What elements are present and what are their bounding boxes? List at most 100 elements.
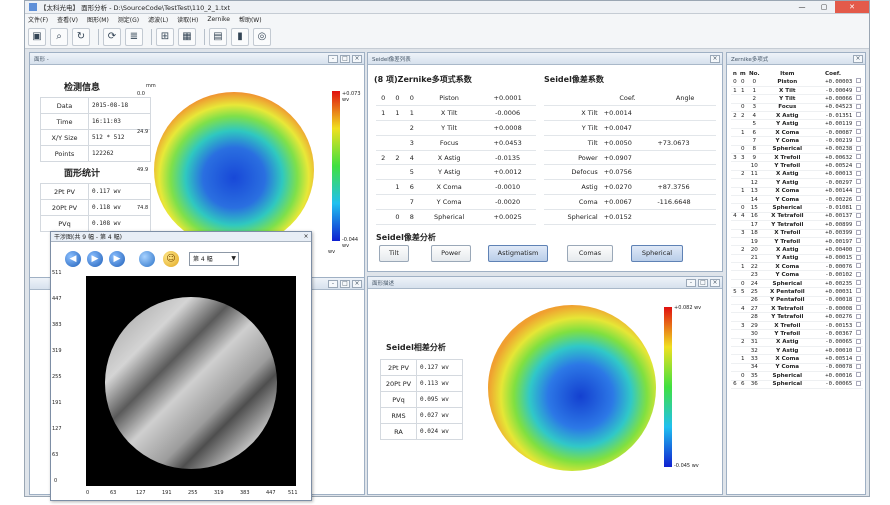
row-checkbox[interactable] — [853, 145, 863, 155]
menu-file[interactable]: 文件(F) — [28, 15, 48, 24]
cell — [731, 245, 739, 255]
cell: 29 — [746, 321, 762, 331]
row-checkbox[interactable] — [853, 296, 863, 306]
spherical-button[interactable]: Spherical — [631, 245, 683, 262]
panel-close-button[interactable]: × — [352, 54, 362, 63]
panel-close-button[interactable]: × — [710, 278, 720, 287]
table-row: 20Pt PV 0.118 wv — [40, 199, 151, 216]
close-button[interactable]: ✕ — [835, 1, 869, 13]
row-checkbox[interactable] — [853, 354, 863, 364]
panel-min-button[interactable]: - — [686, 278, 696, 287]
table-row: RA 0.024 wv — [380, 423, 463, 440]
row-checkbox[interactable] — [853, 86, 863, 96]
row-checkbox[interactable] — [853, 363, 863, 373]
table-row: 23 Y Coma -0.00102 — [731, 270, 863, 280]
cell — [731, 229, 739, 238]
close-icon[interactable]: × — [301, 233, 311, 240]
tilt-button[interactable]: Tilt — [379, 245, 409, 262]
rotate-icon[interactable]: ⟳ — [103, 27, 121, 46]
menu-help[interactable]: 帮助(W) — [239, 15, 262, 24]
row-checkbox[interactable] — [853, 128, 863, 138]
panel-min-button[interactable]: - — [328, 279, 338, 288]
row-checkbox[interactable] — [853, 270, 863, 280]
minimize-button[interactable]: — — [791, 1, 813, 13]
cell: 31 — [746, 338, 762, 348]
back-icon[interactable]: ◀ — [65, 251, 81, 267]
refresh-icon[interactable]: ↻ — [72, 27, 90, 46]
row-checkbox[interactable] — [853, 187, 863, 196]
maximize-button[interactable]: ▢ — [813, 1, 835, 13]
cell — [731, 296, 739, 306]
row-checkbox[interactable] — [853, 346, 863, 356]
panel-close-button[interactable]: × — [352, 279, 362, 288]
cell — [731, 103, 739, 113]
row-checkbox[interactable] — [853, 380, 863, 389]
row-checkbox[interactable] — [853, 262, 863, 272]
row-checkbox[interactable] — [853, 229, 863, 238]
forward-icon[interactable]: ▶ — [87, 251, 103, 267]
panel-max-button[interactable]: □ — [698, 278, 708, 287]
panel-max-button[interactable]: □ — [340, 279, 350, 288]
globe-icon[interactable] — [139, 251, 155, 267]
menu-zernike[interactable]: Zernike — [207, 16, 230, 23]
panel-close-button[interactable]: × — [710, 54, 720, 63]
table-row: 32 Y Astig +0.00010 — [731, 346, 863, 356]
zoom-icon[interactable]: ⌕ — [50, 27, 68, 46]
row-checkbox[interactable] — [853, 203, 863, 213]
row-checkbox[interactable] — [853, 178, 863, 188]
row-checkbox[interactable] — [853, 111, 863, 121]
row-checkbox[interactable] — [853, 170, 863, 180]
smiley-icon[interactable]: ☺ — [163, 251, 179, 267]
cell: X Tetrafoil — [761, 212, 813, 222]
row-checkbox[interactable] — [853, 195, 863, 205]
menu-read[interactable]: 读取(H) — [177, 15, 198, 24]
row-checkbox[interactable] — [853, 161, 863, 171]
frame-select[interactable]: 第 4 幅 ▼ — [189, 252, 239, 266]
cell: +0.00400 — [812, 245, 854, 255]
panel-max-button[interactable]: □ — [340, 54, 350, 63]
cell: 4 — [746, 111, 762, 121]
panel-min-button[interactable]: - — [328, 54, 338, 63]
row-checkbox[interactable] — [853, 329, 863, 339]
row-checkbox[interactable] — [853, 321, 863, 331]
comas-button[interactable]: Comas — [567, 245, 613, 262]
row-checkbox[interactable] — [853, 119, 863, 129]
row-checkbox[interactable] — [853, 153, 863, 163]
row-checkbox[interactable] — [853, 312, 863, 322]
cell — [731, 178, 739, 188]
row-checkbox[interactable] — [853, 103, 863, 113]
row-checkbox[interactable] — [853, 237, 863, 247]
filter-icon[interactable]: ⊞ — [156, 27, 174, 46]
row-checkbox[interactable] — [853, 371, 863, 381]
row-checkbox[interactable] — [853, 279, 863, 289]
clipboard-icon[interactable]: ▤ — [209, 27, 227, 46]
menu-measure[interactable]: 测定(G) — [118, 15, 139, 24]
cell: 2 — [746, 94, 762, 104]
stack-icon[interactable]: ≣ — [125, 27, 143, 46]
menu-view[interactable]: 查看(V) — [57, 15, 78, 24]
row-checkbox[interactable] — [853, 254, 863, 264]
cell: Spherical — [761, 203, 813, 213]
astigmatism-button[interactable]: Astigmatism — [488, 245, 548, 262]
menu-graph[interactable]: 图形(M) — [87, 15, 109, 24]
barcode-icon[interactable]: ▮ — [231, 27, 249, 46]
cell: X Coma — [761, 187, 813, 196]
cell — [731, 161, 739, 171]
power-button[interactable]: Power — [431, 245, 471, 262]
row-checkbox[interactable] — [853, 338, 863, 348]
cell: -0.00102 — [812, 270, 854, 280]
monitor-icon[interactable]: ▣ — [28, 27, 46, 46]
row-checkbox[interactable] — [853, 304, 863, 314]
image-icon[interactable]: ▦ — [178, 27, 196, 46]
row-checkbox[interactable] — [853, 78, 863, 87]
row-checkbox[interactable] — [853, 136, 863, 146]
row-checkbox[interactable] — [853, 94, 863, 104]
row-checkbox[interactable] — [853, 245, 863, 255]
menu-filter[interactable]: 滤波(L) — [148, 15, 168, 24]
panel-close-button[interactable]: × — [853, 54, 863, 63]
row-checkbox[interactable] — [853, 212, 863, 222]
row-checkbox[interactable] — [853, 287, 863, 297]
target-icon[interactable]: ◎ — [253, 27, 271, 46]
play-icon[interactable]: ▶ — [109, 251, 125, 267]
row-checkbox[interactable] — [853, 220, 863, 230]
